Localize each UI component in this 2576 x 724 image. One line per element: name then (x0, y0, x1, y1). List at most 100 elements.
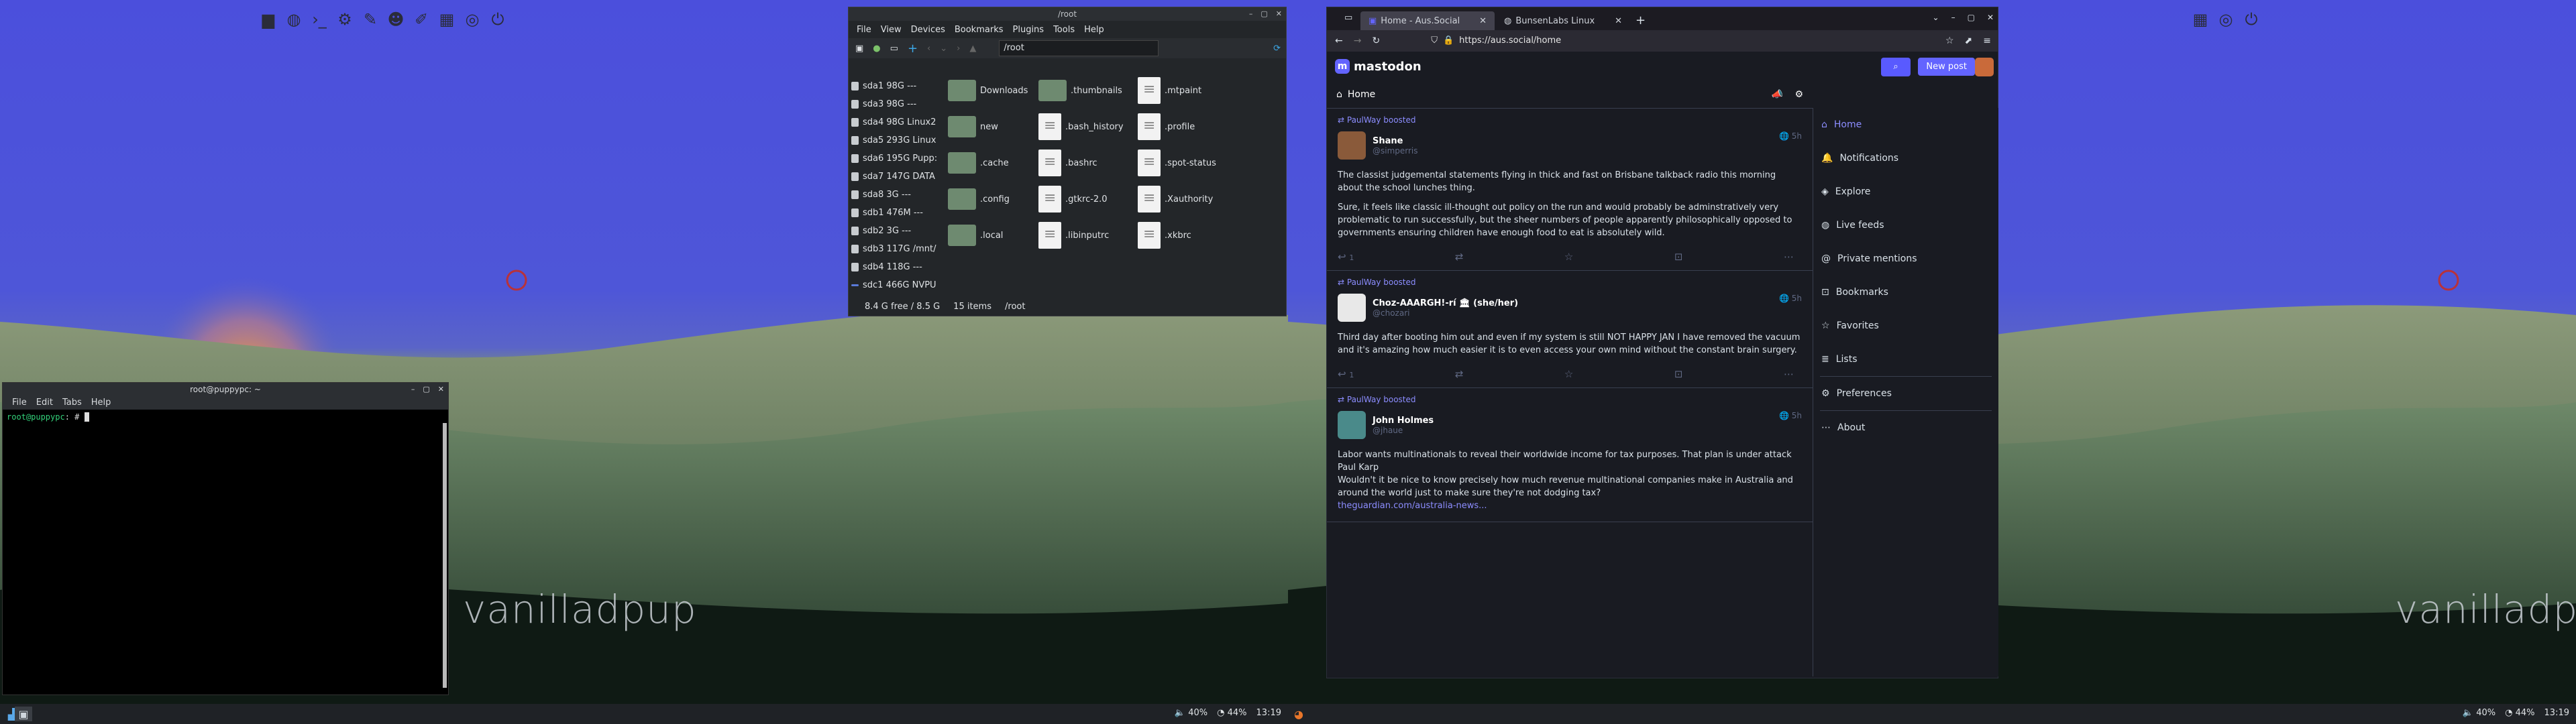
more-button[interactable]: ⋯ (1784, 251, 1794, 263)
file-item[interactable]: .spot-status (1138, 149, 1238, 176)
drive-item[interactable]: sda8 3G --- (851, 186, 945, 204)
network-icon[interactable]: ● (873, 44, 880, 54)
lifebuoy-icon[interactable]: ◎ (462, 9, 482, 29)
list-tabs-icon[interactable]: ⌄ (1933, 13, 1939, 22)
bookmark-button[interactable]: ⊡ (1674, 251, 1683, 263)
forward-icon[interactable]: › (957, 44, 960, 54)
nav-live-feeds[interactable]: ◍ Live feeds (1813, 208, 1998, 242)
wifi-indicator[interactable]: ◔ 44% (2505, 708, 2534, 718)
hamburger-menu-icon[interactable]: ≡ (1983, 36, 1991, 46)
calculator-icon[interactable]: ▦ (437, 9, 457, 29)
file-manager-window[interactable]: /root – ▢ ✕ File View Devices Bookmarks Pl… (848, 7, 1288, 316)
bookmark-star-icon[interactable]: ☆ (1945, 36, 1954, 46)
close-tab-icon[interactable]: ✕ (1615, 16, 1622, 26)
maximize-icon[interactable]: ▢ (1260, 7, 1267, 21)
folder-item[interactable]: .local (948, 222, 1038, 249)
nav-explore[interactable]: ◈ Explore (1813, 175, 1998, 208)
back-icon[interactable]: ‹ (927, 44, 930, 54)
file-item[interactable]: .profile (1138, 113, 1238, 140)
menu-file[interactable]: File (12, 396, 27, 410)
tab-overview-icon[interactable]: ▭ (1344, 13, 1352, 23)
tab-bunsenlabs[interactable]: ◍ BunsenLabs Linux ✕ (1496, 11, 1630, 30)
file-item[interactable]: .libinputrc (1038, 222, 1138, 249)
menu-plugins[interactable]: Plugins (1013, 25, 1044, 35)
minimize-icon[interactable]: – (1249, 7, 1253, 21)
nav-favorites[interactable]: ☆ Favorites (1813, 309, 1998, 343)
mastodon-logo[interactable]: m mastodon (1335, 59, 1421, 74)
nav-preferences[interactable]: ⚙ Preferences (1813, 377, 1998, 410)
drive-icon[interactable]: ▣ (855, 44, 863, 54)
search-button[interactable]: ⌕ (1881, 58, 1911, 76)
folder-item[interactable]: .config (948, 186, 1038, 213)
menu-bookmarks[interactable]: Bookmarks (955, 25, 1004, 35)
file-item[interactable]: .mtpaint (1138, 77, 1238, 104)
bookmark-button[interactable]: ⊡ (1674, 368, 1683, 380)
globe-icon[interactable]: ◍ (284, 9, 304, 29)
close-tab-icon[interactable]: ✕ (1479, 16, 1487, 26)
url-bar[interactable]: ⛉ 🔒 https://aus.social/home (1431, 33, 1807, 49)
close-icon[interactable]: ✕ (1276, 7, 1282, 21)
clock[interactable]: 13:19 (1256, 708, 1281, 718)
minimize-icon[interactable]: – (411, 383, 415, 396)
nav-private-mentions[interactable]: @ Private mentions (1813, 242, 1998, 276)
terminal-scrollbar[interactable] (443, 423, 447, 688)
reply-button[interactable]: ↩ 1 (1338, 251, 1354, 263)
minimize-icon[interactable]: – (1951, 13, 1955, 22)
terminal-window[interactable]: root@puppypc: ~ – ▢ ✕ File Edit Tabs Help … (2, 382, 449, 695)
file-item[interactable]: .gtkrc-2.0 (1038, 186, 1138, 213)
edit-icon[interactable]: ✎ (360, 9, 380, 29)
nav-notifications[interactable]: 🔔 Notifications (1813, 141, 1998, 175)
settings-icon[interactable]: ⚙ (335, 9, 355, 29)
nav-bookmarks[interactable]: ⊡ Bookmarks (1813, 276, 1998, 309)
maximize-icon[interactable]: ▢ (1968, 13, 1975, 22)
boost-button[interactable]: ⇄ (1455, 251, 1464, 263)
drive-item[interactable]: sdc1 466G NVPU (851, 276, 945, 294)
new-tab-icon[interactable]: + (1635, 13, 1646, 27)
new-folder-icon[interactable]: ▭ (890, 44, 898, 54)
terminal-body[interactable]: root@puppypc: # _ (3, 410, 448, 424)
more-button[interactable]: ⋯ (1784, 368, 1794, 380)
drive-item[interactable]: sda1 98G --- (851, 77, 945, 95)
folder-icon[interactable]: ▆ (258, 9, 278, 29)
folder-item[interactable]: Downloads (948, 77, 1038, 104)
favorite-button[interactable]: ☆ (1564, 251, 1573, 263)
post-item[interactable]: ⇄ PaulWay boosted John Holmes @jhaue 🌐 5h… (1327, 388, 1813, 522)
clock[interactable]: 13:19 (2544, 708, 2569, 718)
announcements-icon[interactable]: 📣 (1772, 89, 1783, 100)
add-icon[interactable]: + (908, 42, 918, 56)
forward-icon[interactable]: → (1354, 36, 1362, 46)
history-icon[interactable]: ⌄ (940, 44, 947, 54)
file-item[interactable]: .Xauthority (1138, 186, 1238, 213)
tab-aus-social[interactable]: ▣ Home - Aus.Social ✕ (1360, 11, 1495, 30)
drive-item[interactable]: sda3 98G --- (851, 95, 945, 113)
menu-view[interactable]: View (881, 25, 902, 35)
boost-button[interactable]: ⇄ (1455, 368, 1464, 380)
terminal-titlebar[interactable]: root@puppypc: ~ – ▢ ✕ (3, 383, 448, 396)
firefox-task-icon[interactable]: ◕ (1291, 707, 1307, 721)
menu-tools[interactable]: Tools (1053, 25, 1075, 35)
close-icon[interactable]: ✕ (438, 383, 444, 396)
browser-window[interactable]: ▭ ▣ Home - Aus.Social ✕ ◍ BunsenLabs Linux ✕… (1326, 7, 1998, 678)
refresh-icon[interactable]: ⟳ (1273, 44, 1281, 54)
drive-item[interactable]: sda4 98G Linux2 (851, 113, 945, 131)
post-author[interactable]: Shane @simperris 🌐 5h (1338, 131, 1802, 160)
menu-tabs[interactable]: Tabs (62, 396, 82, 410)
wifi-indicator[interactable]: ◔ 44% (1217, 708, 1246, 718)
folder-item[interactable]: new (948, 113, 1038, 140)
new-post-button[interactable]: New post (1918, 58, 1975, 76)
post-author[interactable]: Choz-AAARGH!-rí 🏛 (she/her) @chozari 🌐 5h (1338, 294, 1802, 322)
menu-file[interactable]: File (857, 25, 871, 35)
reload-icon[interactable]: ↻ (1372, 36, 1380, 46)
file-item[interactable]: .bashrc (1038, 149, 1138, 176)
nav-home[interactable]: ⌂ Home (1813, 108, 1998, 141)
reply-button[interactable]: ↩ 1 (1338, 368, 1354, 380)
user-icon[interactable]: ☻ (386, 9, 406, 29)
drive-item[interactable]: sdb2 3G --- (851, 222, 945, 240)
file-item[interactable]: .xkbrc (1138, 222, 1238, 249)
menu-help[interactable]: Help (1084, 25, 1104, 35)
favorite-button[interactable]: ☆ (1564, 368, 1573, 380)
drive-item[interactable]: sdb3 117G /mnt/ (851, 240, 945, 258)
path-field[interactable]: /root (999, 40, 1159, 56)
file-item[interactable]: .bash_history (1038, 113, 1138, 140)
power-icon[interactable]: ⏻ (2241, 9, 2261, 29)
